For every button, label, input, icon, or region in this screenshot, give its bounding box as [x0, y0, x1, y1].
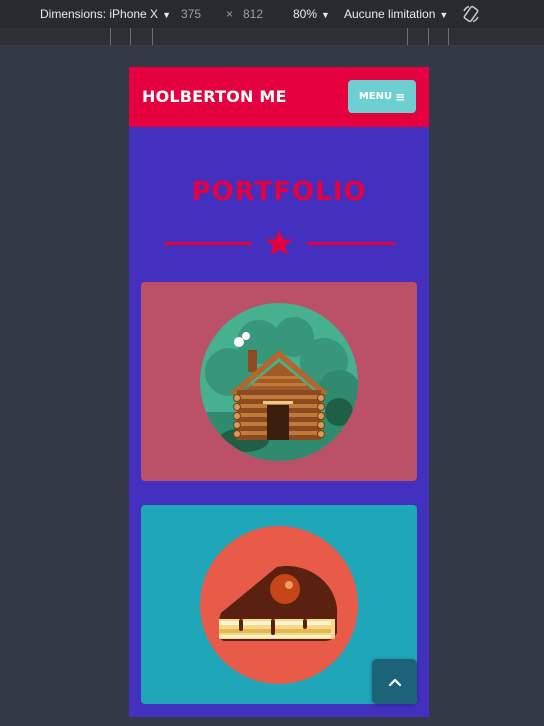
brand-logo[interactable]: HOLBERTON ME — [142, 87, 287, 106]
chevron-down-icon: ▼ — [162, 10, 171, 20]
throttle-dropdown[interactable]: Aucune limitation ▼ — [344, 7, 448, 21]
star-divider — [164, 230, 395, 256]
media-query-ruler — [0, 28, 544, 46]
height-input[interactable]: 812 — [243, 7, 263, 21]
portfolio-card-cabin[interactable] — [141, 282, 417, 481]
throttle-label: Aucune limitation — [344, 7, 436, 21]
hamburger-icon: ≡ — [395, 89, 406, 104]
zoom-label: 80% — [293, 7, 318, 21]
cake-slice-illustration — [200, 526, 358, 684]
divider-line-left — [164, 242, 252, 245]
divider-line-right — [307, 242, 395, 245]
zoom-dropdown[interactable]: 80% ▼ — [293, 7, 330, 21]
rotate-icon[interactable] — [461, 4, 481, 24]
device-dropdown[interactable]: Dimensions: iPhone X ▼ — [40, 7, 171, 21]
chevron-down-icon: ▼ — [439, 10, 449, 20]
width-input[interactable]: 375 — [181, 7, 201, 21]
log-cabin-illustration — [200, 303, 358, 461]
scroll-to-top-button[interactable] — [372, 659, 417, 704]
star-icon — [265, 230, 293, 256]
device-label: Dimensions: iPhone X — [40, 7, 159, 21]
device-viewport: HOLBERTON ME MENU ≡ PORTFOLIO — [129, 67, 429, 717]
site-header: HOLBERTON ME MENU ≡ — [129, 67, 429, 127]
chevron-down-icon: ▼ — [321, 10, 330, 20]
times-sign: × — [226, 7, 234, 21]
section-title: PORTFOLIO — [191, 177, 367, 207]
devtools-toolbar: Dimensions: iPhone X ▼ 375 × 812 80% ▼ Auc… — [0, 0, 544, 28]
chevron-up-icon — [388, 678, 401, 686]
menu-button[interactable]: MENU ≡ — [348, 80, 416, 113]
menu-label: MENU — [358, 91, 393, 102]
